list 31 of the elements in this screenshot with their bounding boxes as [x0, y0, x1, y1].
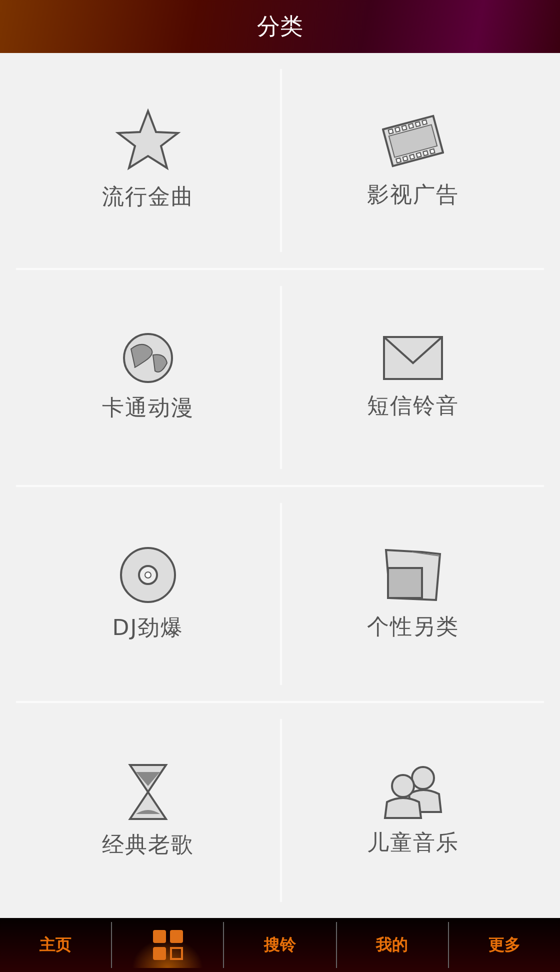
tab-label: 我的: [376, 934, 408, 956]
category-tile[interactable]: 经典老歌: [16, 703, 280, 918]
category-label: 流行金曲: [102, 184, 194, 212]
category-tile[interactable]: 流行金曲: [16, 53, 280, 268]
disc-icon: [118, 544, 178, 605]
category-label: 卡通动漫: [102, 395, 194, 424]
category-tile[interactable]: 卡通动漫: [16, 270, 280, 484]
category-tile[interactable]: DJ劲爆: [16, 486, 280, 702]
category-label: 经典老歌: [102, 832, 194, 860]
tab[interactable]: [111, 922, 224, 968]
tab-label: 搜铃: [264, 934, 296, 956]
grid-icon: [152, 929, 184, 961]
tab-label: 主页: [40, 934, 72, 956]
hourglass-icon: [126, 762, 170, 822]
tab[interactable]: 我的: [336, 922, 448, 968]
category-label: 短信铃音: [367, 393, 459, 422]
category-tile[interactable]: 个性另类: [280, 502, 544, 686]
tab[interactable]: 主页: [0, 918, 112, 972]
page-title: 分类: [257, 13, 303, 42]
tab[interactable]: 更多: [448, 922, 560, 968]
tab[interactable]: 搜铃: [223, 922, 336, 968]
category-label: 儿童音乐: [367, 830, 459, 858]
category-tile[interactable]: 影视广告: [280, 69, 544, 252]
category-tile[interactable]: 短信铃音: [280, 286, 544, 468]
category-label: 个性另类: [367, 614, 459, 642]
category-label: DJ劲爆: [112, 614, 184, 643]
globe-icon: [121, 331, 175, 386]
category-tile[interactable]: 儿童音乐: [280, 719, 544, 902]
people-icon: [381, 764, 445, 820]
tab-label: 更多: [488, 934, 520, 956]
category-label: 影视广告: [367, 182, 459, 210]
